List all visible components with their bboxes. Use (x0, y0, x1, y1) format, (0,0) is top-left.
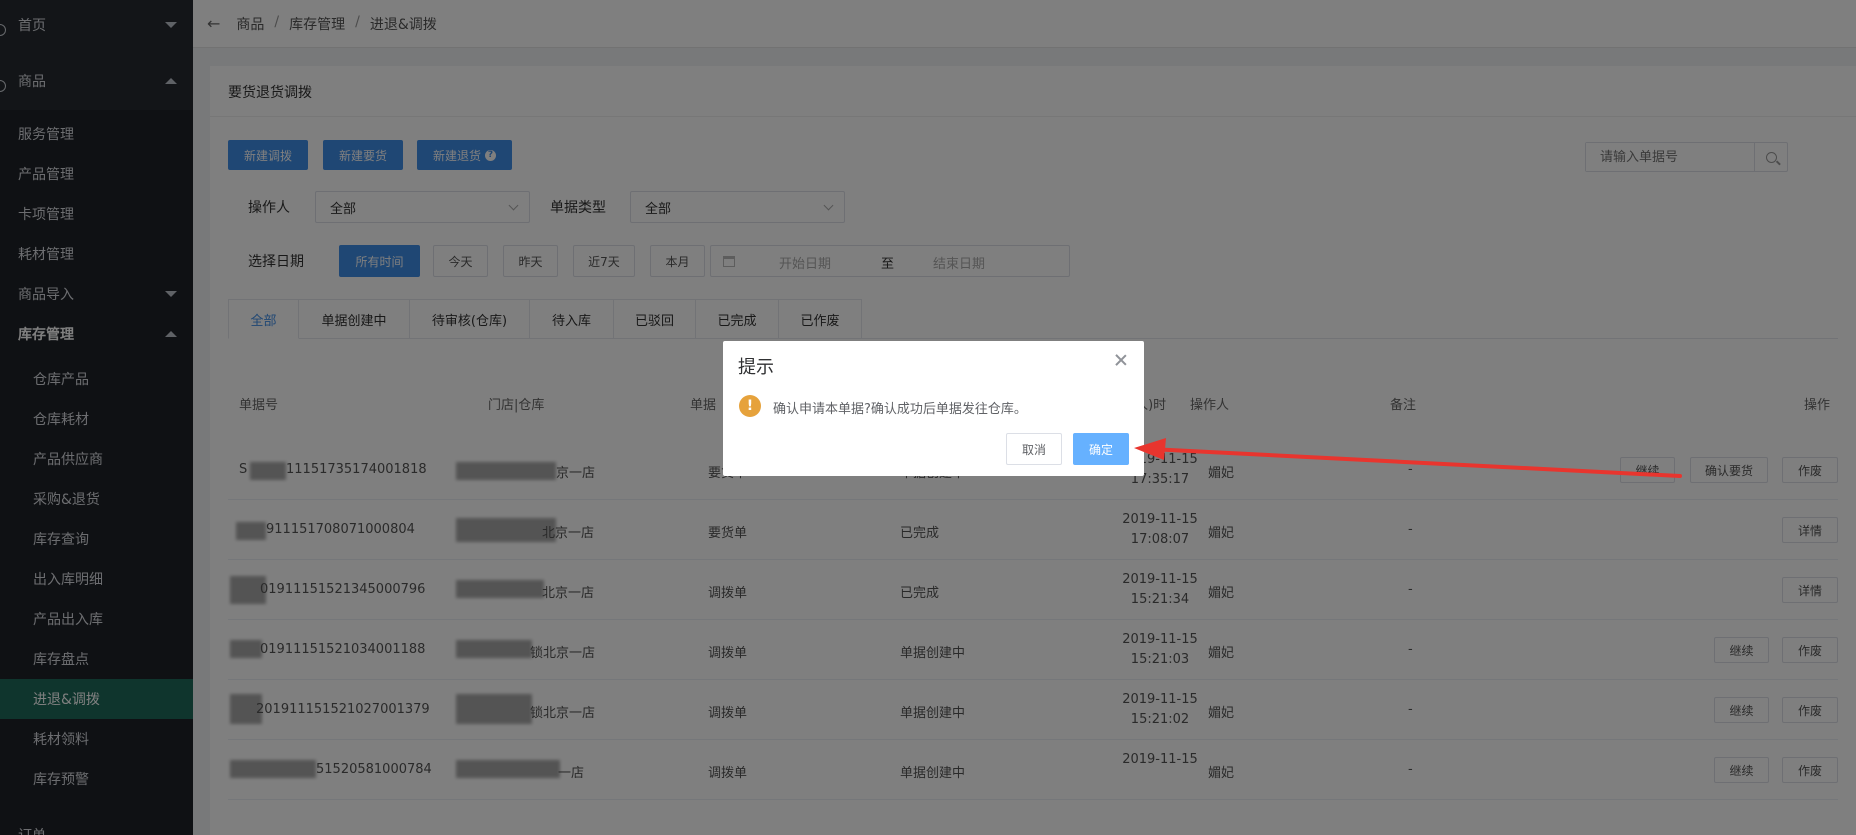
annotation-arrow-shaft (1148, 447, 1682, 478)
annotation-arrow-icon (1134, 438, 1682, 478)
annotation-arrow-head (1134, 438, 1166, 460)
